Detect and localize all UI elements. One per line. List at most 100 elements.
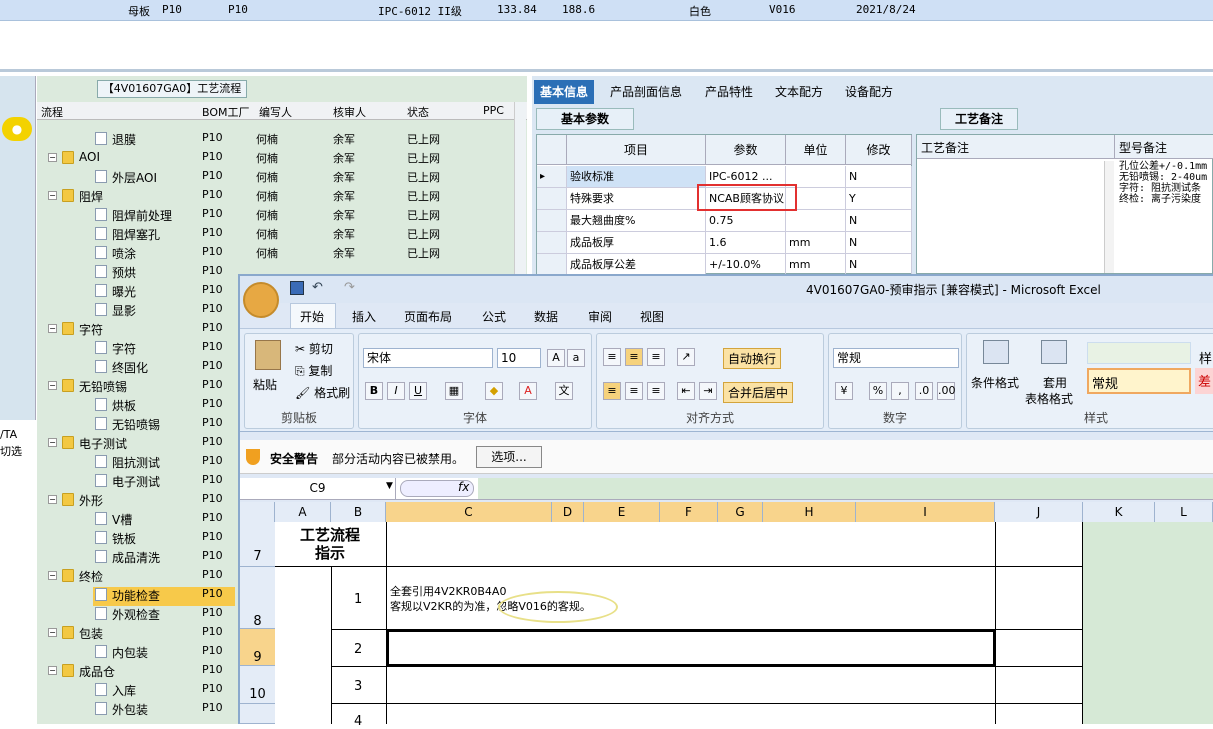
currency-icon[interactable]: ¥ bbox=[835, 382, 853, 400]
cut-button[interactable]: ✂ 剪切 bbox=[295, 340, 333, 357]
param-modified[interactable]: N bbox=[846, 232, 912, 254]
orientation-icon[interactable]: ↗ bbox=[677, 348, 695, 366]
param-item[interactable]: 最大翘曲度% bbox=[567, 210, 706, 232]
row-header[interactable]: 9 bbox=[240, 629, 275, 666]
save-icon[interactable] bbox=[290, 281, 304, 295]
percent-icon[interactable]: % bbox=[869, 382, 887, 400]
param-item[interactable]: 特殊要求 bbox=[567, 188, 706, 210]
active-cell[interactable] bbox=[387, 630, 995, 666]
param-unit[interactable]: mm bbox=[786, 232, 846, 254]
param-header[interactable]: 修改 bbox=[846, 135, 912, 165]
collapse-icon[interactable]: − bbox=[48, 324, 57, 333]
param-modified[interactable]: N bbox=[846, 210, 912, 232]
param-header[interactable]: 参数 bbox=[706, 135, 786, 165]
ribbon-tab-formula[interactable]: 公式 bbox=[482, 308, 506, 325]
remark-header[interactable]: 工艺备注 bbox=[917, 135, 1115, 159]
param-unit[interactable]: mm bbox=[786, 254, 846, 276]
italic-icon[interactable]: I bbox=[387, 382, 405, 400]
collapse-icon[interactable]: − bbox=[48, 438, 57, 447]
conditional-format-button[interactable]: 条件格式 bbox=[971, 374, 1019, 391]
format-painter-button[interactable]: 🖌 格式刷 bbox=[295, 384, 350, 401]
param-item[interactable]: 成品板厚公差 bbox=[567, 254, 706, 276]
number-format-select[interactable]: 常规 bbox=[833, 348, 959, 368]
param-modified[interactable]: N bbox=[846, 166, 912, 188]
param-value[interactable]: 0.75 bbox=[706, 210, 786, 232]
param-unit[interactable] bbox=[786, 210, 846, 232]
align-center-icon[interactable]: ≡ bbox=[625, 382, 643, 400]
border-icon[interactable]: ▦ bbox=[445, 382, 463, 400]
underline-icon[interactable]: U bbox=[409, 382, 427, 400]
align-left-icon[interactable]: ≡ bbox=[603, 382, 621, 400]
table-format-button-2[interactable]: 表格格式 bbox=[1025, 390, 1073, 407]
paste-icon[interactable] bbox=[255, 340, 281, 370]
style-swatch-empty[interactable] bbox=[1087, 342, 1191, 364]
ribbon-tab-review[interactable]: 审阅 bbox=[588, 308, 612, 325]
align-bottom-icon[interactable]: ≡ bbox=[647, 348, 665, 366]
shrink-font-icon[interactable]: a bbox=[567, 349, 585, 367]
tab-features[interactable]: 产品特性 bbox=[699, 80, 759, 104]
phonetic-icon[interactable]: 文 bbox=[555, 382, 573, 400]
col-header[interactable]: J bbox=[995, 502, 1083, 522]
options-button[interactable]: 选项... bbox=[476, 446, 542, 468]
col-header[interactable]: G bbox=[718, 502, 763, 522]
top-grid-row[interactable]: 母板 P10 P10 IPC-6012 II级 133.84 188.6 白色 … bbox=[0, 0, 1213, 21]
outdent-icon[interactable]: ⇤ bbox=[677, 382, 695, 400]
chat-icon[interactable]: ● bbox=[2, 117, 32, 141]
font-name-select[interactable]: 宋体 bbox=[363, 348, 493, 368]
collapse-icon[interactable]: − bbox=[48, 191, 57, 200]
style-good[interactable]: 样 bbox=[1199, 348, 1212, 367]
col-header[interactable]: D bbox=[552, 502, 584, 522]
grow-font-icon[interactable]: A bbox=[547, 349, 565, 367]
tab-profile[interactable]: 产品剖面信息 bbox=[604, 80, 688, 104]
col-header[interactable]: H bbox=[763, 502, 856, 522]
bold-icon[interactable]: B bbox=[365, 382, 383, 400]
select-all[interactable] bbox=[240, 502, 275, 522]
collapse-icon[interactable]: − bbox=[48, 381, 57, 390]
font-size-select[interactable]: 10 bbox=[497, 348, 541, 368]
basic-params-tab[interactable]: 基本参数 bbox=[536, 108, 634, 130]
undo-icon[interactable]: ↶ bbox=[312, 280, 323, 295]
col-header[interactable]: E bbox=[584, 502, 660, 522]
col-header[interactable]: B bbox=[331, 502, 386, 522]
indent-icon[interactable]: ⇥ bbox=[699, 382, 717, 400]
redo-icon[interactable]: ↷ bbox=[344, 280, 355, 295]
col-header[interactable]: K bbox=[1083, 502, 1155, 522]
row-header[interactable]: 7 bbox=[240, 522, 275, 567]
copy-button[interactable]: ⎘ 复制 bbox=[295, 362, 332, 379]
style-normal[interactable]: 常规 bbox=[1087, 368, 1191, 394]
param-header[interactable]: 单位 bbox=[786, 135, 846, 165]
collapse-icon[interactable]: − bbox=[48, 666, 57, 675]
collapse-icon[interactable]: − bbox=[48, 571, 57, 580]
name-box[interactable]: C9 bbox=[240, 478, 396, 499]
tab-text-recipe[interactable]: 文本配方 bbox=[769, 80, 829, 104]
col-header[interactable]: 编写人 bbox=[259, 104, 292, 120]
col-header[interactable]: I bbox=[856, 502, 995, 522]
param-modified[interactable]: N bbox=[846, 254, 912, 276]
col-header[interactable]: 状态 bbox=[407, 104, 429, 120]
font-color-icon[interactable]: A bbox=[519, 382, 537, 400]
ribbon-tab-view[interactable]: 视图 bbox=[640, 308, 664, 325]
increase-decimal-icon[interactable]: .0 bbox=[915, 382, 933, 400]
col-header[interactable]: L bbox=[1155, 502, 1213, 522]
remark-header[interactable]: 型号备注 bbox=[1115, 135, 1213, 159]
row-header[interactable]: 8 bbox=[240, 567, 275, 629]
style-bad[interactable]: 差 bbox=[1195, 368, 1213, 394]
merge-center-button[interactable]: 合并后居中 bbox=[723, 382, 794, 403]
remark-scrollbar[interactable] bbox=[1104, 161, 1114, 273]
collapse-icon[interactable]: − bbox=[48, 153, 57, 162]
param-value[interactable]: +/-10.0% bbox=[706, 254, 786, 276]
col-header[interactable]: C bbox=[386, 502, 552, 522]
collapse-icon[interactable]: − bbox=[48, 628, 57, 637]
tab-equipment-recipe[interactable]: 设备配方 bbox=[839, 80, 899, 104]
ribbon-tab-layout[interactable]: 页面布局 bbox=[404, 308, 452, 325]
col-header[interactable]: BOM工厂 bbox=[202, 104, 250, 120]
param-modified[interactable]: Y bbox=[846, 188, 912, 210]
param-value[interactable]: 1.6 bbox=[706, 232, 786, 254]
param-header[interactable]: 项目 bbox=[567, 135, 706, 165]
ribbon-tab-insert[interactable]: 插入 bbox=[352, 308, 376, 325]
wrap-text-button[interactable]: 自动换行 bbox=[723, 348, 782, 369]
col-header[interactable]: PPC bbox=[483, 104, 504, 117]
conditional-format-icon[interactable] bbox=[983, 340, 1009, 364]
name-box-dropdown-icon[interactable]: ▼ bbox=[386, 481, 393, 491]
col-header[interactable]: 核审人 bbox=[333, 104, 366, 120]
